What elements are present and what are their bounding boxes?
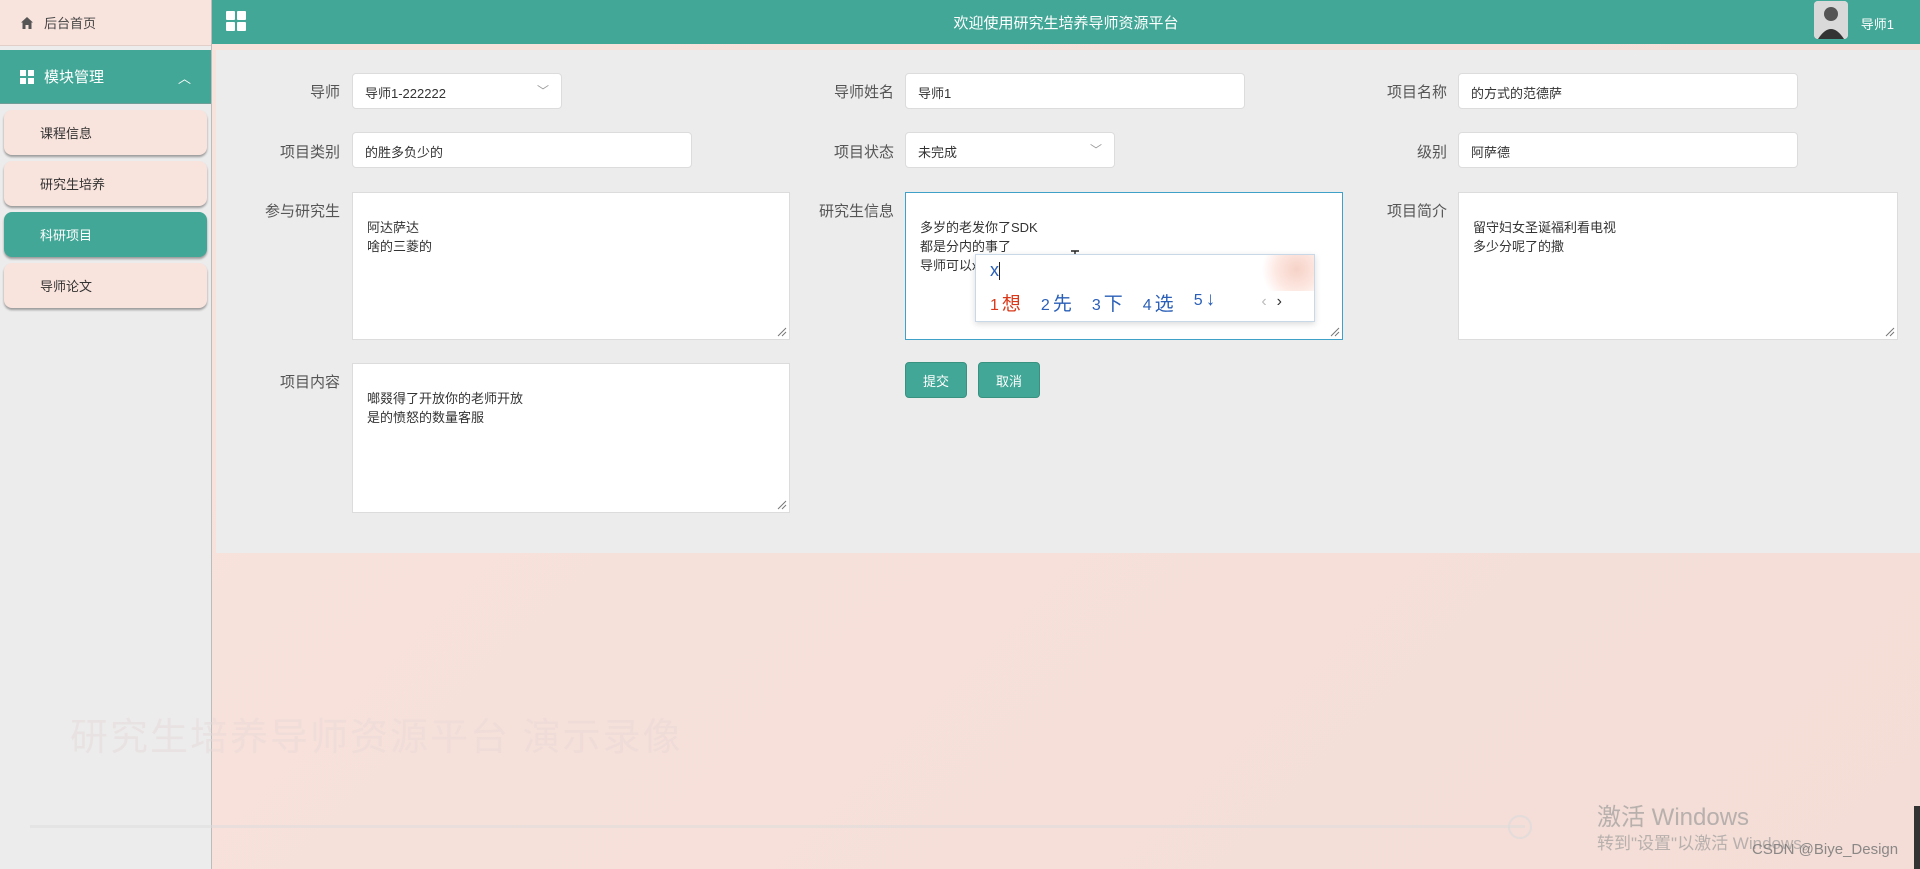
scrollbar-thumb[interactable]	[1914, 806, 1920, 869]
csdn-watermark: CSDN @Biye_Design	[1752, 841, 1899, 858]
sidebar-item-label: 课程信息	[40, 126, 93, 141]
ime-candidate-text: 先	[1052, 294, 1072, 315]
resize-grip-icon[interactable]	[777, 500, 787, 510]
ime-candidates: 1想 2先 3下 4选 5 ↓	[990, 289, 1215, 316]
ime-candidate-text: 选	[1154, 294, 1174, 315]
grid-icon	[20, 69, 34, 84]
resize-grip-icon[interactable]	[777, 327, 787, 337]
video-ghost-title: 研究生培养导师资源平台 演示录像	[70, 717, 683, 759]
sidebar-item-label: 导师论文	[40, 279, 93, 294]
ime-candidate-text: 想	[1001, 294, 1021, 315]
ime-candidate[interactable]: 2先	[1041, 289, 1072, 316]
level-input[interactable]: 阿萨德	[1458, 132, 1798, 168]
project-content-text: 啷叕得了开放你的老师开放 是的愤怒的数量客服	[367, 391, 524, 425]
home-link[interactable]: 后台首页	[0, 0, 211, 46]
avatar[interactable]	[1814, 1, 1848, 39]
chevron-down-icon: ﹀	[536, 84, 549, 98]
ime-skin-decoration	[1256, 255, 1314, 291]
user-name[interactable]: 导师1	[1861, 14, 1894, 33]
sidebar-item-course[interactable]: 课程信息	[4, 110, 207, 155]
ime-next-icon[interactable]: ›	[1277, 293, 1282, 310]
project-status-label: 项目状态	[833, 144, 894, 161]
chevron-up-icon: ︿	[177, 71, 191, 86]
video-progress-knob	[1508, 815, 1532, 839]
home-icon	[20, 16, 34, 30]
resize-grip-icon[interactable]	[1885, 327, 1895, 337]
chevron-down-icon: ﹀	[1089, 143, 1102, 157]
daoshi-value: 导师1-222222	[365, 86, 446, 101]
participants-label: 参与研究生	[264, 203, 340, 220]
ime-candidate[interactable]: 5 ↓	[1194, 289, 1215, 316]
ime-candidate-number: 3	[1091, 297, 1101, 314]
project-type-input[interactable]: 的胜多负少的	[352, 132, 692, 168]
text-caret	[999, 262, 1000, 281]
ime-candidate-text: 下	[1103, 294, 1123, 315]
project-name-input[interactable]: 的方式的范德萨	[1458, 73, 1798, 109]
resize-grip-icon[interactable]	[1330, 327, 1340, 337]
module-label: 模块管理	[44, 69, 105, 86]
cancel-button[interactable]: 取消	[978, 362, 1040, 398]
ime-candidate-text: ↓	[1205, 289, 1216, 310]
project-intro-label: 项目简介	[1386, 203, 1447, 220]
ime-composition: x	[990, 260, 1000, 281]
student-info-label: 研究生信息	[818, 203, 894, 220]
level-label: 级别	[1416, 144, 1447, 161]
ime-candidate-number: 4	[1142, 297, 1152, 314]
daoshi-select[interactable]: 导师1-222222 ﹀	[352, 73, 562, 109]
sidebar-item-research-project[interactable]: 科研项目	[4, 212, 207, 257]
sidebar-item-label: 研究生培养	[40, 177, 106, 192]
project-content-textarea[interactable]: 啷叕得了开放你的老师开放 是的愤怒的数量客服	[352, 363, 790, 513]
participants-text: 阿达萨达 啥的三菱的	[367, 220, 433, 254]
home-label: 后台首页	[44, 16, 97, 31]
submit-button[interactable]: 提交	[905, 362, 967, 398]
ime-candidate[interactable]: 1想	[990, 289, 1021, 316]
page-title: 欢迎使用研究生培养导师资源平台	[953, 15, 1179, 32]
daoshi-label: 导师	[309, 84, 340, 101]
project-intro-textarea[interactable]: 留守妇女圣诞福利看电视 多少分呢了的撒	[1458, 192, 1898, 340]
top-bar: 欢迎使用研究生培养导师资源平台 导师1	[212, 0, 1920, 44]
project-intro-text: 留守妇女圣诞福利看电视 多少分呢了的撒	[1473, 220, 1617, 254]
ime-candidate-number: 2	[1040, 297, 1050, 314]
project-type-label: 项目类别	[279, 144, 340, 161]
ime-composition-text: x	[990, 260, 999, 280]
daoshi-name-input[interactable]: 导师1	[905, 73, 1245, 109]
sidebar-item-label: 科研项目	[40, 228, 93, 243]
project-status-select[interactable]: 未完成 ﹀	[905, 132, 1115, 168]
ime-page-nav: ‹ ›	[1261, 293, 1282, 311]
module-management-toggle[interactable]: 模块管理 ︿	[0, 50, 211, 104]
project-name-label: 项目名称	[1386, 84, 1447, 101]
video-progress-track	[30, 825, 1525, 828]
project-status-value: 未完成	[918, 145, 958, 160]
daoshi-name-label: 导师姓名	[833, 84, 894, 101]
ime-candidate[interactable]: 3下	[1092, 289, 1123, 316]
ime-candidate-number: 5	[1193, 292, 1203, 309]
ime-candidate[interactable]: 4选	[1143, 289, 1174, 316]
ime-prev-icon[interactable]: ‹	[1261, 293, 1266, 310]
sidebar-item-student-training[interactable]: 研究生培养	[4, 161, 207, 206]
sidebar-item-papers[interactable]: 导师论文	[4, 263, 207, 308]
ime-candidate-number: 1	[990, 297, 999, 314]
project-content-label: 项目内容	[279, 374, 340, 391]
ime-candidate-popup: x 1想 2先 3下 4选 5 ↓ ‹ ›	[975, 254, 1315, 322]
participants-textarea[interactable]: 阿达萨达 啥的三菱的	[352, 192, 790, 340]
windows-activation-title: 激活 Windows	[1597, 804, 1750, 831]
